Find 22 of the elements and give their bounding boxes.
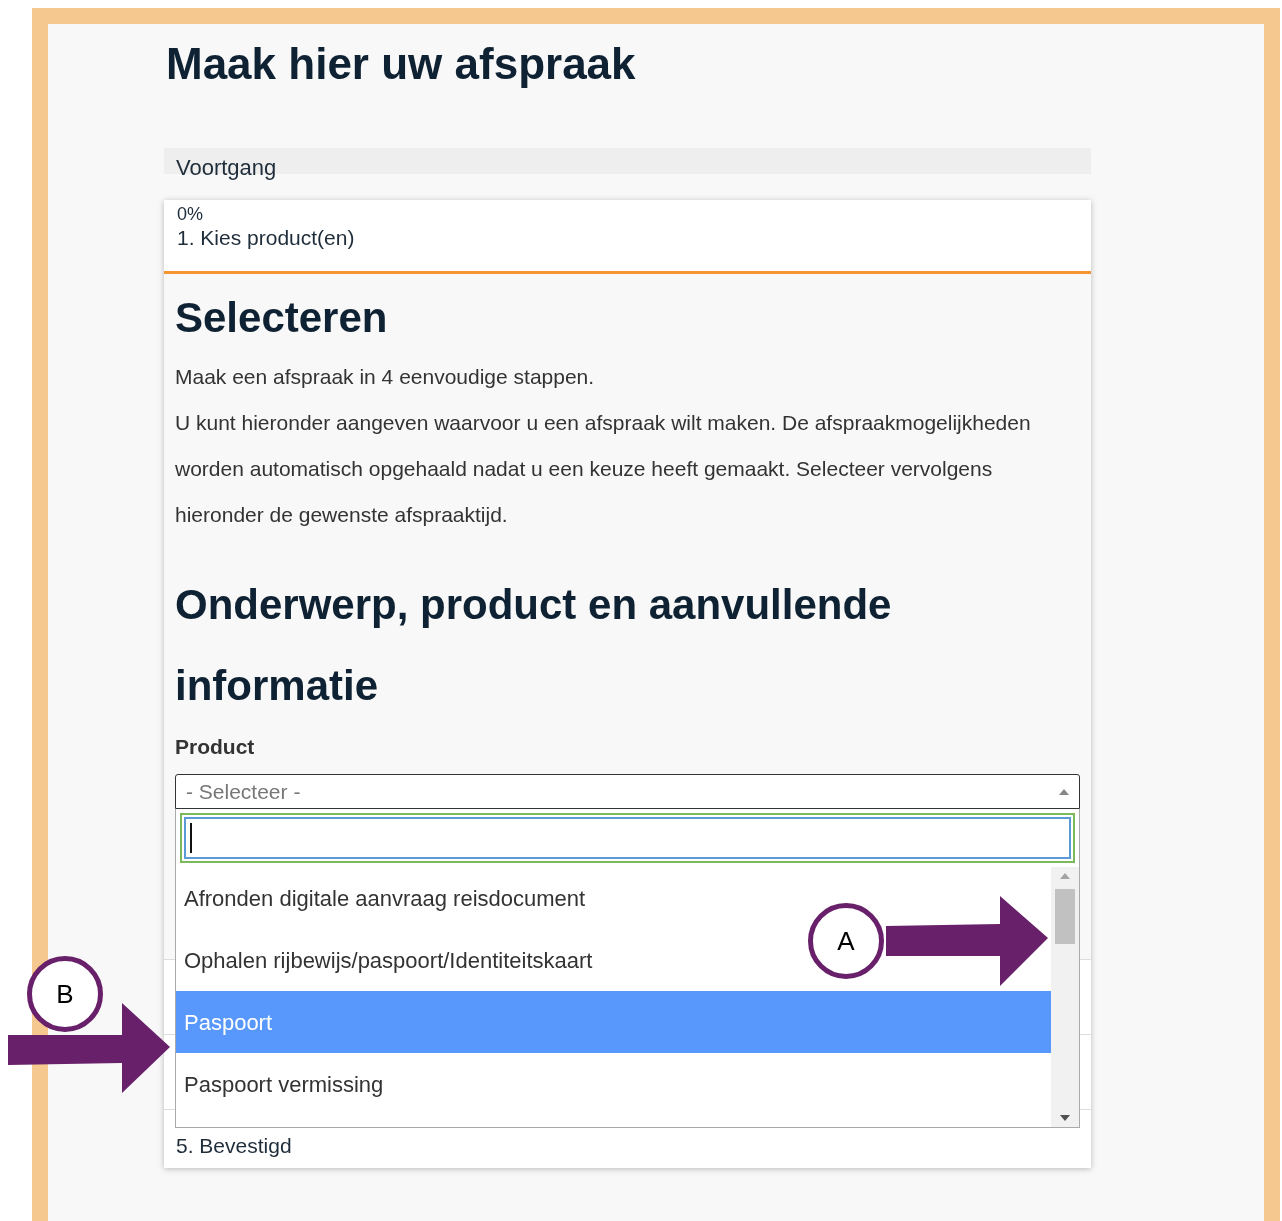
search-field[interactable] (180, 813, 1075, 863)
option-text[interactable]: Paspoort vermissing (184, 1067, 384, 1101)
intro-paragraph: Maak een afspraak in 4 eenvoudige stappen. (175, 364, 596, 390)
page-title: Maak hier uw afspraak (166, 38, 637, 90)
scrollbar[interactable] (1051, 867, 1079, 1127)
option-text[interactable]: Ophalen rijbewijs/paspoort/Identiteitskaart (184, 943, 593, 977)
progress-label: Voortgang (176, 154, 277, 182)
intro-paragraph: U kunt hieronder aangeven waarvoor u een afspraak wilt maken. De afspraakmogelijkheden worden automatisch opgehaald nadat u een keuze heeft gemaakt. Selecteer vervolgens hieronder de gewenste afspraaktijd. (175, 410, 1032, 528)
caret-icon (1059, 788, 1069, 795)
field-label: Product (175, 734, 255, 760)
scrollbar-thumb[interactable] (1055, 889, 1075, 944)
scroll-down-icon[interactable] (1060, 1115, 1070, 1121)
progress-percentage: 0% (177, 204, 203, 224)
section-heading: Selecteren (175, 293, 389, 343)
scroll-up-icon[interactable] (1060, 873, 1070, 879)
current-step: 1. Kies product(en) (177, 224, 355, 252)
product-select[interactable]: - Selecteer - (175, 774, 1080, 809)
arrow-icon (886, 896, 1050, 988)
option-text[interactable]: Afronden digitale aanvraag reisdocument (184, 881, 586, 915)
arrow-icon (8, 1003, 172, 1095)
step-label: 5. Bevestigd (176, 1133, 292, 1159)
section-subheading: Onderwerp, product en aanvullende informatie (175, 580, 893, 711)
